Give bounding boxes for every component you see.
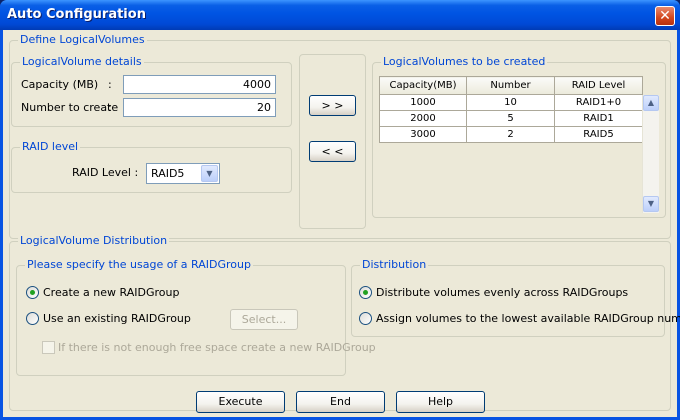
logicalvolumes-to-be-created-title: LogicalVolumes to be created	[381, 55, 548, 69]
create-new-raidgroup-option[interactable]: Create a new RAIDGroup	[26, 285, 226, 301]
scroll-down-icon[interactable]: ▼	[643, 196, 659, 212]
title-bar[interactable]: Auto Configuration ✕	[0, 0, 680, 30]
remove-volume-button[interactable]: < <	[309, 141, 356, 162]
table-scrollbar[interactable]: ▲ ▼	[642, 95, 659, 213]
raid-level-select[interactable]: RAID5 ▼	[146, 163, 220, 184]
raid-level-selected-value: RAID5	[151, 167, 185, 180]
assign-lowest-radio[interactable]	[359, 312, 372, 325]
capacity-colon: :	[108, 78, 112, 91]
column-header-number[interactable]: Number	[466, 76, 555, 95]
cell-raid-level: RAID1	[554, 110, 643, 127]
cell-capacity: 2000	[379, 110, 467, 127]
number-to-create-label: Number to create	[21, 101, 119, 114]
cell-capacity: 3000	[379, 126, 467, 143]
dialog-window: Auto Configuration ✕ Define LogicalVolum…	[0, 0, 680, 420]
cell-raid-level: RAID5	[554, 126, 643, 143]
distribute-evenly-option[interactable]: Distribute volumes evenly across RAIDGro…	[359, 285, 639, 301]
execute-button[interactable]: Execute	[196, 391, 285, 413]
help-button[interactable]: Help	[396, 391, 485, 413]
cell-number: 2	[466, 126, 555, 143]
dialog-body: Define LogicalVolumes LogicalVolume deta…	[3, 30, 680, 417]
distribution-method-group: Distribution Distribute volumes evenly a…	[351, 258, 680, 337]
logicalvolume-distribution-group: LogicalVolume Distribution Please specif…	[9, 234, 680, 411]
add-volume-button[interactable]: > >	[309, 95, 356, 116]
number-to-create-colon: :	[108, 101, 112, 114]
raid-level-label: RAID Level :	[72, 166, 139, 179]
cell-number: 10	[466, 94, 555, 111]
use-existing-raidgroup-option[interactable]: Use an existing RAIDGroup	[26, 311, 226, 327]
capacity-label: Capacity (MB)	[21, 78, 99, 91]
cell-raid-level: RAID1+0	[554, 94, 643, 111]
create-new-raidgroup-radio[interactable]	[26, 286, 39, 299]
column-header-capacity[interactable]: Capacity(MB)	[379, 76, 467, 95]
use-existing-raidgroup-radio[interactable]	[26, 312, 39, 325]
assign-lowest-label: Assign volumes to the lowest available R…	[376, 312, 680, 325]
distribution-method-title: Distribution	[360, 258, 429, 272]
distribute-evenly-radio[interactable]	[359, 286, 372, 299]
table-row[interactable]: 3000 2 RAID5	[379, 126, 643, 143]
column-header-raid-level[interactable]: RAID Level	[554, 76, 643, 95]
select-raidgroup-button[interactable]: Select...	[230, 309, 298, 330]
chevron-down-icon[interactable]: ▼	[201, 165, 218, 182]
raid-level-title: RAID level	[20, 140, 81, 154]
define-logicalvolumes-title: Define LogicalVolumes	[18, 33, 147, 47]
transfer-button-panel: > > < <	[299, 54, 366, 229]
table-row[interactable]: 1000 10 RAID1+0	[379, 94, 643, 111]
distribute-evenly-label: Distribute volumes evenly across RAIDGro…	[376, 286, 629, 299]
logicalvolumes-to-be-created-group: LogicalVolumes to be created Capacity(MB…	[372, 55, 666, 218]
end-button[interactable]: End	[296, 391, 385, 413]
logicalvolume-details-group: LogicalVolume details Capacity (MB) : 40…	[11, 55, 292, 127]
use-existing-raidgroup-label: Use an existing RAIDGroup	[43, 312, 191, 325]
logicalvolume-details-title: LogicalVolume details	[20, 55, 144, 69]
create-new-raidgroup-label: Create a new RAIDGroup	[43, 286, 180, 299]
window-title: Auto Configuration	[7, 7, 146, 22]
fallback-create-option[interactable]: If there is not enough free space create…	[42, 340, 376, 356]
raid-level-group: RAID level RAID Level : RAID5 ▼	[11, 140, 292, 193]
assign-lowest-option[interactable]: Assign volumes to the lowest available R…	[359, 311, 680, 327]
logicalvolume-distribution-title: LogicalVolume Distribution	[18, 234, 170, 248]
volumes-table: Capacity(MB) Number RAID Level 1000 10 R…	[379, 76, 643, 143]
table-row[interactable]: 2000 5 RAID1	[379, 110, 643, 127]
capacity-input[interactable]: 4000	[123, 75, 276, 94]
raidgroup-usage-group: Please specify the usage of a RAIDGroup …	[16, 258, 376, 376]
raidgroup-usage-title: Please specify the usage of a RAIDGroup	[25, 258, 253, 272]
fallback-create-checkbox[interactable]	[42, 341, 55, 354]
close-icon[interactable]: ✕	[655, 6, 675, 26]
number-to-create-input[interactable]: 20	[123, 98, 276, 117]
cell-capacity: 1000	[379, 94, 467, 111]
scroll-up-icon[interactable]: ▲	[643, 95, 659, 111]
fallback-create-label: If there is not enough free space create…	[58, 341, 376, 354]
cell-number: 5	[466, 110, 555, 127]
define-logicalvolumes-group: Define LogicalVolumes LogicalVolume deta…	[9, 33, 671, 239]
